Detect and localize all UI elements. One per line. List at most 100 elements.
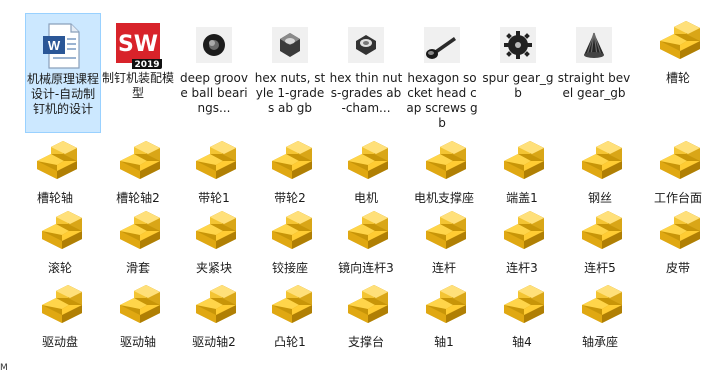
file-label: hex nuts, style 1-grades ab gb	[254, 71, 326, 115]
file-label: 轴4	[512, 335, 532, 349]
file-label: 槽轮	[665, 71, 690, 85]
file-item-part[interactable]: 连杆5	[562, 203, 638, 278]
yellow-part-icon	[190, 285, 238, 333]
file-item-part[interactable]: 轴4	[484, 277, 560, 352]
spur-gear-part-icon	[500, 27, 536, 63]
file-label: 滑套	[125, 261, 150, 275]
file-item-solidworks-assembly[interactable]: SW 2019 制钉机装配模型	[100, 13, 176, 133]
file-item-part[interactable]: 皮带	[640, 203, 716, 278]
file-label: 驱动轴	[119, 335, 156, 349]
yellow-part-icon	[654, 21, 702, 69]
file-label: 制钉机装配模型	[101, 71, 174, 100]
file-label: 凸轮1	[274, 335, 306, 349]
file-item-word-doc[interactable]: W 机械原理课程设计-自动制钉机的设计	[25, 13, 101, 133]
yellow-part-icon	[498, 141, 546, 189]
file-label: hex thin nuts-grades ab-cham...	[329, 71, 403, 115]
yellow-part-icon	[266, 285, 314, 333]
file-label: 驱动轴2	[192, 335, 236, 349]
file-item-part[interactable]: 槽轮	[640, 13, 716, 88]
thin-nut-part-icon	[348, 27, 384, 63]
file-item-bevel-gear[interactable]: straight bevel gear_gb	[556, 13, 632, 133]
yellow-part-icon	[31, 141, 79, 189]
file-item-part[interactable]: 轴承座	[562, 277, 638, 352]
svg-text:SW: SW	[118, 32, 158, 57]
file-label: hexagon socket head cap screws gb	[406, 71, 478, 130]
file-item-part[interactable]: 驱动轴2	[176, 277, 252, 352]
file-item-part[interactable]: 工作台面	[640, 133, 716, 208]
file-item-part[interactable]: 连杆	[406, 203, 482, 278]
yellow-part-icon	[654, 211, 702, 259]
file-item-part[interactable]: 滚轮	[22, 203, 98, 278]
file-item-part[interactable]: 连杆3	[484, 203, 560, 278]
file-item-part[interactable]: 铰接座	[252, 203, 328, 278]
file-item-part[interactable]: 槽轮轴	[17, 133, 93, 208]
file-item-part[interactable]: 夹紧块	[176, 203, 252, 278]
file-label: 支撑台	[347, 335, 384, 349]
file-label: deep groove ball bearings...	[180, 71, 248, 115]
yellow-part-icon	[576, 285, 624, 333]
svg-text:2019: 2019	[134, 60, 159, 69]
file-label: straight bevel gear_gb	[557, 71, 631, 100]
yellow-part-icon	[190, 141, 238, 189]
file-item-spur-gear[interactable]: spur gear_gb	[480, 13, 556, 133]
yellow-part-icon	[342, 141, 390, 189]
file-item-part[interactable]: 镜向连杆3	[328, 203, 404, 278]
file-item-part[interactable]: 驱动盘	[22, 277, 98, 352]
corner-status-text: M	[0, 363, 8, 373]
yellow-part-icon	[420, 141, 468, 189]
file-label: 轴承座	[581, 335, 618, 349]
file-item-part[interactable]: 轴1	[406, 277, 482, 352]
bearing-part-icon	[196, 27, 232, 63]
yellow-part-icon	[114, 211, 162, 259]
svg-text:W: W	[48, 38, 61, 53]
file-label: 轴1	[434, 335, 454, 349]
file-item-part[interactable]: 驱动轴	[100, 277, 176, 352]
file-label: 夹紧块	[195, 261, 232, 275]
yellow-part-icon	[36, 211, 84, 259]
file-label: spur gear_gb	[482, 71, 554, 100]
yellow-part-icon	[342, 285, 390, 333]
file-item-bearing[interactable]: deep groove ball bearings...	[176, 13, 252, 133]
file-item-part[interactable]: 滑套	[100, 203, 176, 278]
file-item-part[interactable]: 带轮2	[252, 133, 328, 208]
file-item-hex-nut[interactable]: hex nuts, style 1-grades ab gb	[252, 13, 328, 133]
hex-nut-part-icon	[272, 27, 308, 63]
file-label: 驱动盘	[41, 335, 78, 349]
yellow-part-icon	[114, 141, 162, 189]
yellow-part-icon	[114, 285, 162, 333]
file-label: 皮带	[665, 261, 690, 275]
file-label: 机械原理课程设计-自动制钉机的设计	[27, 72, 99, 116]
yellow-part-icon	[498, 285, 546, 333]
file-label: 镜向连杆3	[338, 261, 394, 275]
file-item-part[interactable]: 电机支撑座	[406, 133, 482, 208]
file-label: 连杆	[431, 261, 456, 275]
file-label: 滚轮	[47, 261, 72, 275]
file-item-part[interactable]: 槽轮轴2	[100, 133, 176, 208]
file-item-part[interactable]: 电机	[328, 133, 404, 208]
solidworks-2019-icon: SW 2019	[116, 23, 162, 69]
yellow-part-icon	[576, 211, 624, 259]
yellow-part-icon	[576, 141, 624, 189]
file-item-part[interactable]: 钢丝	[562, 133, 638, 208]
yellow-part-icon	[190, 211, 238, 259]
yellow-part-icon	[420, 211, 468, 259]
yellow-part-icon	[420, 285, 468, 333]
yellow-part-icon	[654, 141, 702, 189]
file-item-part[interactable]: 凸轮1	[252, 277, 328, 352]
cap-screw-part-icon	[424, 27, 460, 63]
file-item-part[interactable]: 端盖1	[484, 133, 560, 208]
file-item-part[interactable]: 支撑台	[328, 277, 404, 352]
yellow-part-icon	[266, 211, 314, 259]
file-label: 铰接座	[271, 261, 308, 275]
file-grid: W 机械原理课程设计-自动制钉机的设计 SW 2019 制钉机装配模型 deep…	[0, 0, 719, 373]
yellow-part-icon	[498, 211, 546, 259]
word-doc-icon: W	[43, 23, 80, 69]
bevel-gear-part-icon	[576, 27, 612, 63]
yellow-part-icon	[266, 141, 314, 189]
file-item-thin-nut[interactable]: hex thin nuts-grades ab-cham...	[328, 13, 404, 133]
file-label: 连杆5	[584, 261, 616, 275]
file-label: 连杆3	[506, 261, 538, 275]
file-item-part[interactable]: 带轮1	[176, 133, 252, 208]
file-item-cap-screw[interactable]: hexagon socket head cap screws gb	[404, 13, 480, 133]
yellow-part-icon	[342, 211, 390, 259]
